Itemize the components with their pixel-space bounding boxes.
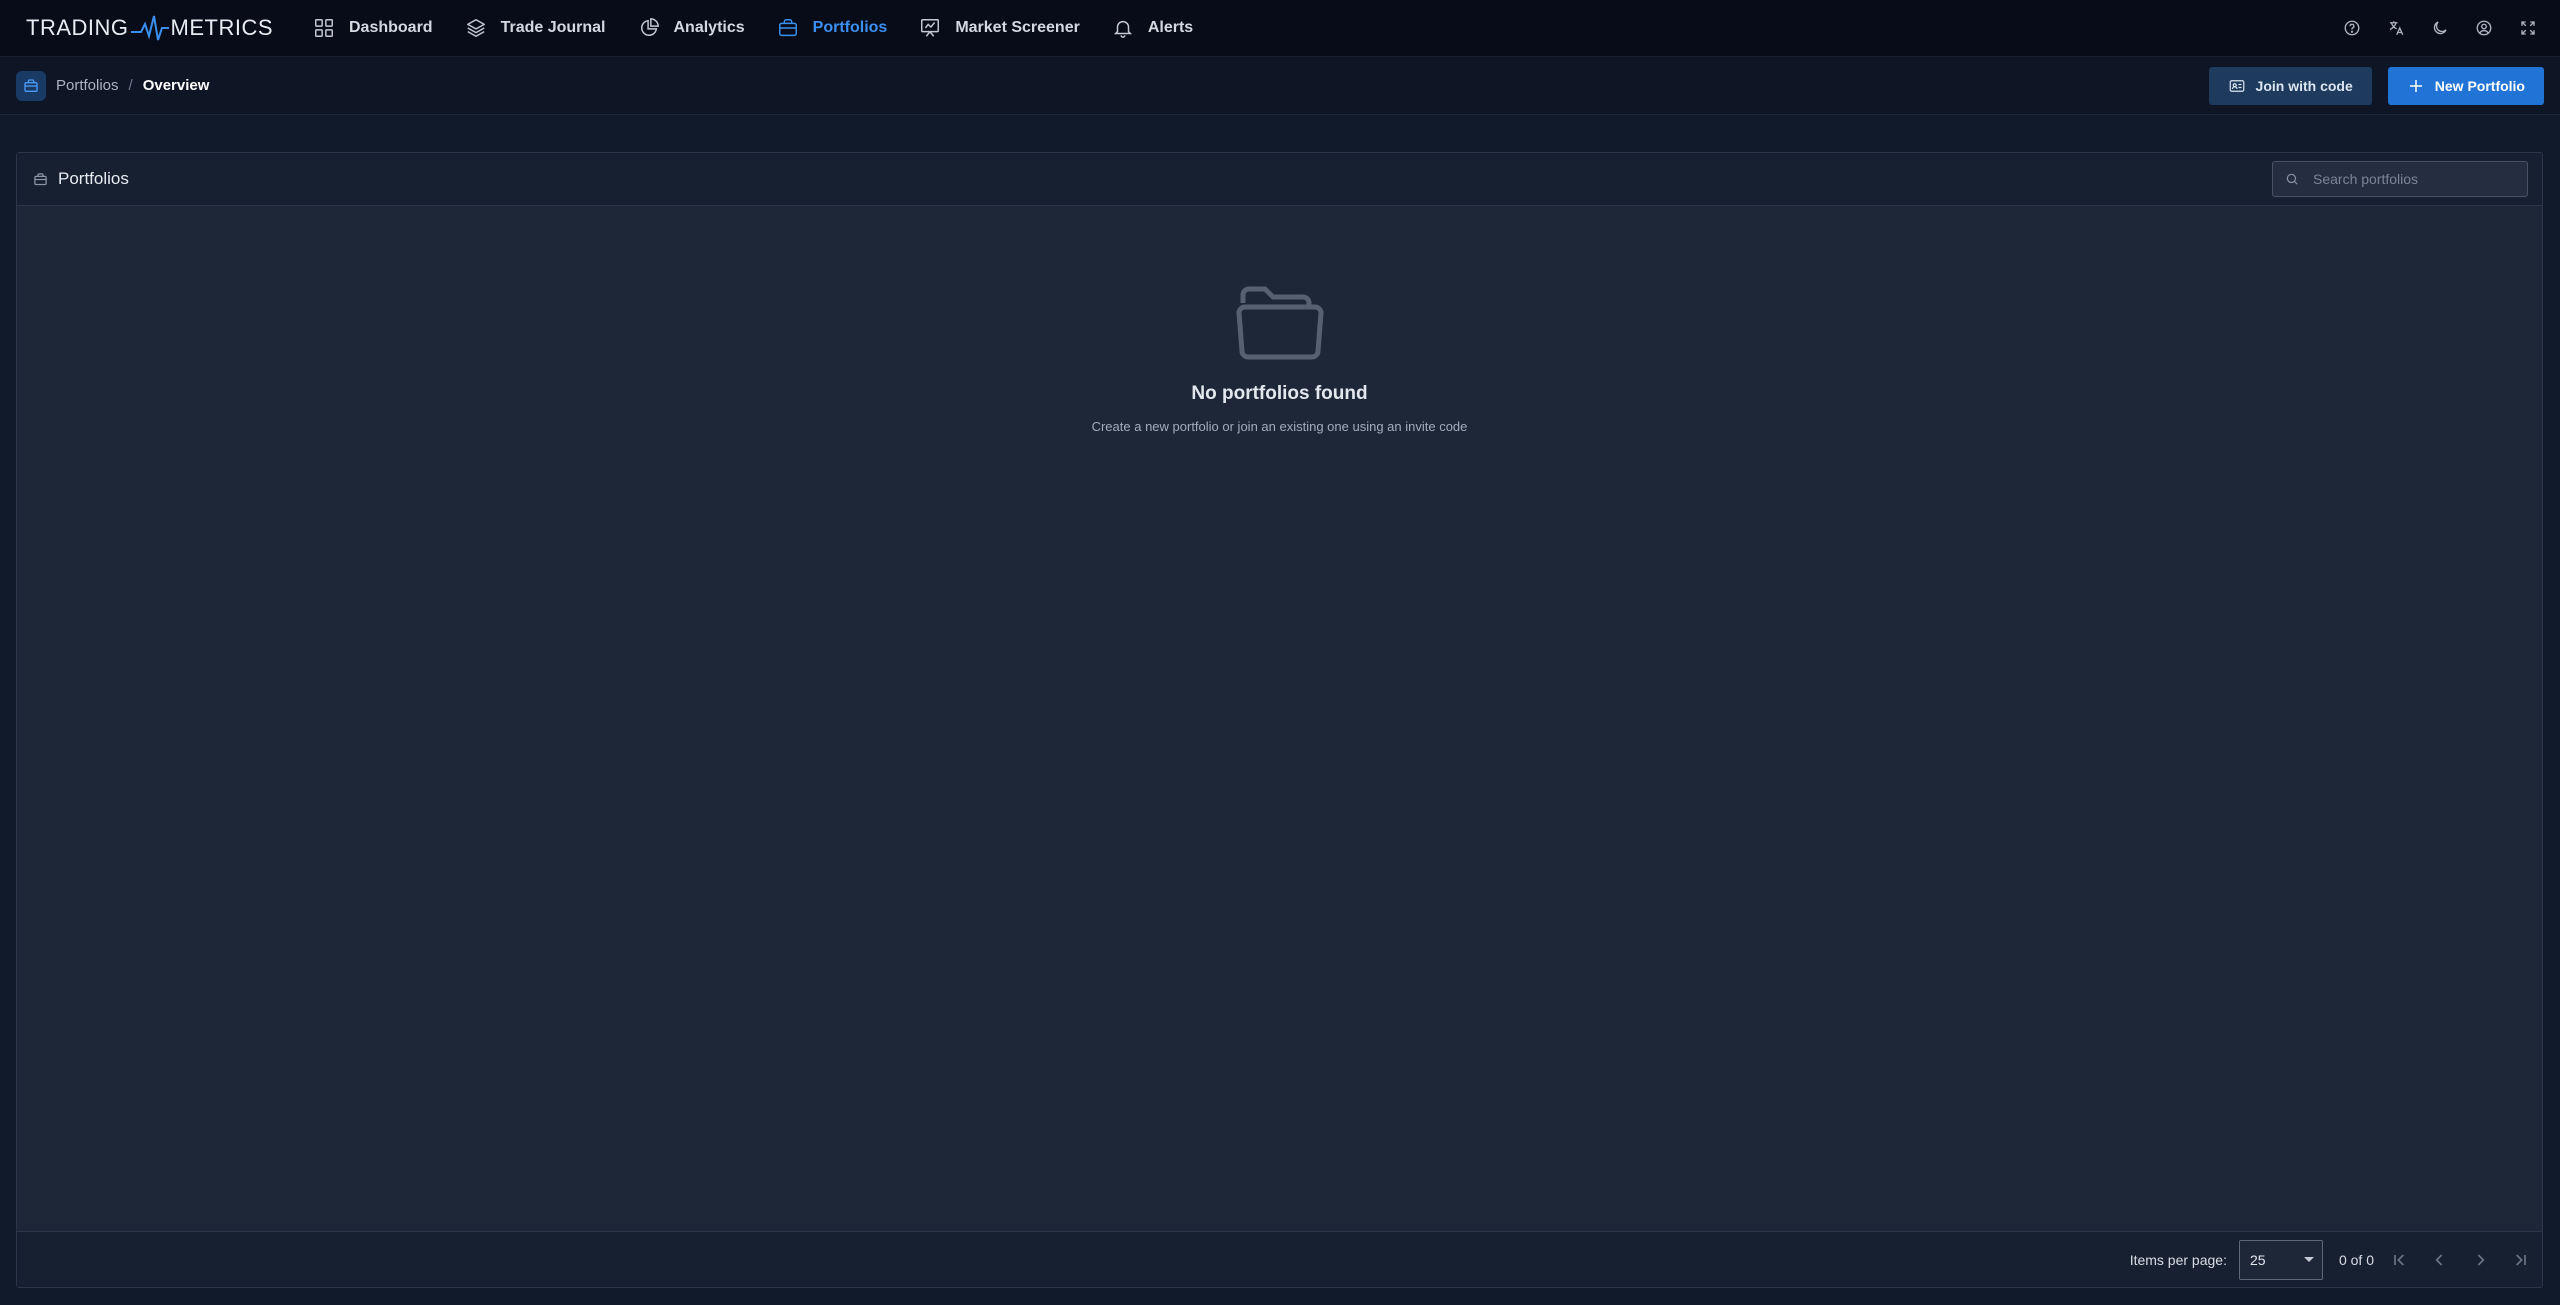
nav-label: Dashboard: [349, 19, 433, 36]
nav-label: Alerts: [1147, 19, 1194, 36]
nav-analytics[interactable]: Analytics: [622, 0, 761, 57]
items-per-page-select[interactable]: 25: [2238, 1239, 2323, 1280]
empty-state-title: No portfolios found: [1191, 383, 1368, 404]
nav-label: Portfolios: [812, 19, 888, 36]
folder-icon: [1236, 286, 1323, 360]
briefcase-icon: [778, 19, 797, 37]
logo-text-right: METRICS: [170, 15, 273, 40]
presentation-chart-icon: [921, 19, 940, 37]
breadcrumb-portfolios[interactable]: Portfolios: [56, 77, 119, 94]
nav-utilities: [2343, 19, 2537, 37]
panel-header: Portfolios: [17, 153, 2542, 206]
grid-icon: [315, 19, 333, 37]
nav-label: Trade Journal: [500, 19, 606, 36]
previous-page-icon[interactable]: [2430, 1250, 2450, 1270]
portfolios-panel: Portfolios No portfolios found Create a …: [16, 152, 2543, 1288]
plus-icon: [2409, 79, 2422, 92]
search-input[interactable]: [2313, 171, 2513, 187]
translate-icon[interactable]: [2387, 19, 2405, 37]
breadcrumb: Portfolios / Overview: [56, 77, 209, 94]
pager-controls: [2390, 1250, 2530, 1270]
top-navigation: TRADING METRICS Dashboard Trade Journal …: [0, 0, 2560, 57]
items-per-page-value: 25: [2249, 1251, 2266, 1268]
last-page-icon[interactable]: [2510, 1250, 2530, 1270]
caret-down-icon: [2303, 1257, 2314, 1262]
empty-state: No portfolios found Create a new portfol…: [17, 283, 2542, 434]
items-per-page-label: Items per page:: [2129, 1251, 2227, 1268]
pagination-bar: Items per page: 25 0 of 0: [17, 1231, 2542, 1287]
next-page-icon[interactable]: [2470, 1250, 2490, 1270]
page-range: 0 of 0: [2338, 1251, 2374, 1268]
nav-trade-journal[interactable]: Trade Journal: [449, 0, 622, 57]
bell-icon: [1113, 20, 1132, 38]
page-header: Portfolios / Overview Join with code New…: [0, 57, 2560, 115]
new-portfolio-button[interactable]: New Portfolio: [2387, 66, 2544, 105]
logo-text-left: TRADING: [26, 15, 129, 40]
header-actions: Join with code New Portfolio: [2208, 66, 2544, 105]
moon-icon[interactable]: [2431, 19, 2449, 37]
pie-chart-icon: [640, 18, 659, 36]
user-icon[interactable]: [2475, 19, 2493, 37]
pulse-icon: [130, 15, 169, 41]
fullscreen-icon[interactable]: [2519, 19, 2537, 37]
search-box[interactable]: [2272, 161, 2528, 197]
nav-label: Analytics: [673, 19, 745, 36]
first-page-icon[interactable]: [2390, 1250, 2410, 1270]
breadcrumb-separator: /: [128, 77, 133, 94]
nav-alerts[interactable]: Alerts: [1096, 0, 1209, 57]
panel-title: Portfolios: [33, 169, 129, 189]
layers-icon: [466, 19, 485, 37]
search-icon: [2286, 173, 2298, 185]
new-portfolio-label: New Portfolio: [2434, 77, 2525, 94]
nav-portfolios[interactable]: Portfolios: [761, 0, 904, 57]
nav-market-screener[interactable]: Market Screener: [903, 0, 1096, 57]
briefcase-icon: [34, 172, 47, 185]
nav-dashboard[interactable]: Dashboard: [297, 0, 449, 57]
panel-title-text: Portfolios: [58, 169, 129, 188]
help-icon[interactable]: [2343, 19, 2361, 37]
join-with-code-label: Join with code: [2255, 77, 2353, 94]
briefcase-icon: [16, 70, 46, 101]
id-card-icon: [2229, 79, 2244, 92]
breadcrumb-overview: Overview: [142, 77, 210, 94]
app-logo[interactable]: TRADING METRICS: [26, 14, 273, 42]
empty-state-message: Create a new portfolio or join an existi…: [1091, 419, 1468, 434]
nav-label: Market Screener: [955, 19, 1080, 36]
join-with-code-button[interactable]: Join with code: [2208, 66, 2372, 105]
